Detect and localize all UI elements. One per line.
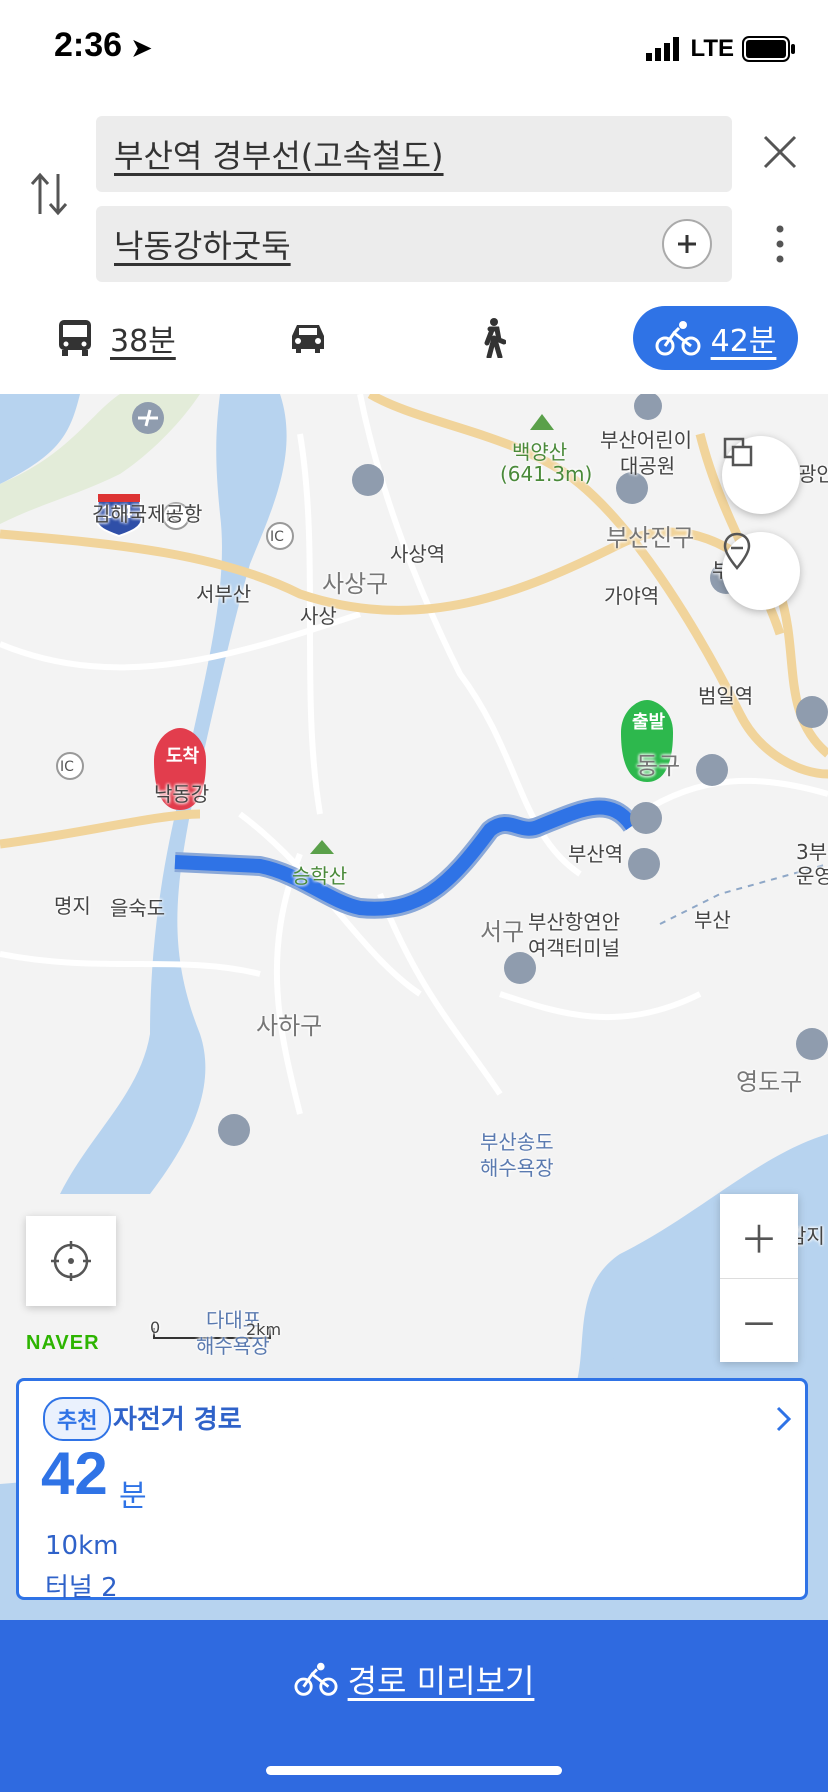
layers-button[interactable] — [722, 436, 800, 514]
scale-distance: 2km — [246, 1320, 282, 1339]
scale-zero: 0 — [150, 1318, 161, 1337]
network-label: LTE — [690, 35, 734, 62]
car-icon[interactable] — [288, 322, 328, 354]
start-marker-label: 출발 — [632, 712, 666, 733]
label-yeongdo: 영도구 — [736, 1068, 803, 1096]
duration-value: 42 — [41, 1440, 108, 1507]
label-baekyang-height: (641.3m) — [500, 462, 593, 486]
current-location-button[interactable] — [26, 1216, 116, 1306]
label-donggu: 동구 — [636, 752, 681, 780]
label-sasang-ic: 사상 — [300, 604, 337, 628]
label-seunghak: 승학산 — [292, 864, 348, 888]
bike-icon — [655, 321, 701, 356]
label-songdo-2: 해수욕장 — [480, 1156, 554, 1180]
signal-icon — [646, 37, 680, 61]
label-gaya: 가야역 — [604, 584, 660, 608]
destination-input[interactable]: 낙동강하굿둑 — [96, 206, 732, 282]
pin-icon — [723, 532, 751, 570]
ic-badge-sasang: IC — [270, 529, 284, 545]
label-gwang: 광안 — [798, 462, 828, 486]
plus-icon — [678, 235, 696, 253]
route-preview-label: 경로 미리보기 — [347, 1662, 535, 1700]
recommend-badge: 추천 — [43, 1397, 112, 1441]
close-icon[interactable] — [762, 134, 798, 170]
tunnel-text: 터널 2 — [45, 1573, 118, 1603]
label-sasang-station: 사상역 — [390, 542, 446, 566]
add-waypoint-button[interactable] — [662, 219, 712, 269]
end-marker-label: 도착 — [166, 746, 200, 767]
bus-icon — [59, 320, 91, 356]
status-time: 2:36 ➤ — [54, 26, 152, 64]
bike-icon — [294, 1662, 338, 1696]
label-myeongji: 명지 — [54, 894, 91, 918]
label-songdo-1: 부산송도 — [480, 1130, 554, 1154]
ic-badge-myeongji: IC — [60, 759, 74, 775]
origin-input[interactable]: 부산역 경부선(고속철도) — [96, 116, 732, 192]
origin-text: 부산역 경부선(고속철도) — [114, 137, 444, 175]
layers-icon — [723, 437, 753, 467]
zoom-control: ＋ － — [720, 1194, 798, 1362]
label-amusement: 부산어린이 — [600, 428, 692, 452]
swap-icon[interactable] — [28, 170, 70, 218]
label-nakdong: 낙동강 — [154, 782, 210, 806]
label-ferry-1: 부산항연안 — [528, 910, 620, 934]
naver-logo: NAVER — [26, 1332, 100, 1354]
more-icon[interactable] — [772, 224, 788, 264]
place-button[interactable] — [722, 532, 800, 610]
label-bu-2: 부산 — [694, 908, 731, 932]
status-indicators: LTE — [646, 32, 796, 66]
label-busanjin: 부산진구 — [606, 524, 695, 552]
label-eulsukdo: 을숙도 — [110, 896, 166, 920]
chevron-right-icon[interactable] — [775, 1405, 793, 1433]
label-saha: 사하구 — [256, 1012, 323, 1040]
destination-text: 낙동강하굿둑 — [114, 227, 291, 265]
label-pier-2: 운영 — [796, 864, 828, 888]
label-seogu: 서구 — [480, 918, 525, 946]
tab-transit[interactable]: 38분 — [58, 316, 176, 360]
walk-icon[interactable] — [480, 318, 506, 358]
label-sasang-gu: 사상구 — [322, 570, 389, 598]
transit-time: 38분 — [110, 324, 176, 359]
tab-bike[interactable]: 42분 — [633, 306, 798, 370]
route-card[interactable]: 추천 자전거 경로 42 분 10km 터널 2 — [16, 1378, 808, 1603]
distance-text: 10km — [45, 1531, 119, 1561]
label-baekyang: 백양산 — [512, 440, 568, 464]
label-amusement-2: 대공원 — [620, 454, 676, 478]
route-type-title: 자전거 경로 — [113, 1405, 242, 1435]
battery-icon — [742, 36, 795, 62]
label-airport: 김해국제공항 — [92, 502, 203, 526]
zoom-out-button[interactable]: － — [720, 1279, 798, 1363]
duration-unit: 분 — [119, 1479, 147, 1514]
label-busan-station: 부산역 — [568, 842, 624, 866]
bike-time: 42분 — [710, 324, 777, 359]
crosshair-icon — [51, 1241, 91, 1281]
label-ferry-2: 여객터미널 — [528, 936, 620, 960]
zoom-in-button[interactable]: ＋ — [720, 1194, 798, 1279]
route-preview-button[interactable]: 경로 미리보기 — [0, 1656, 828, 1702]
label-seobusan: 서부산 — [196, 582, 252, 606]
home-indicator[interactable] — [266, 1766, 562, 1775]
label-beomil: 범일역 — [698, 684, 754, 708]
